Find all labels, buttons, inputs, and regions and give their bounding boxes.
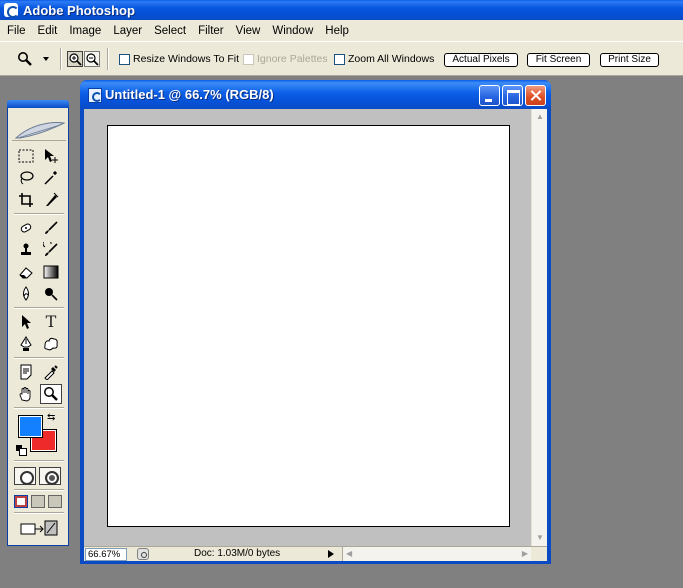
type-icon[interactable]: T xyxy=(40,312,62,332)
maximize-button[interactable] xyxy=(502,85,523,106)
menu-file[interactable]: File xyxy=(1,21,32,41)
options-bar: Resize Windows To Fit Ignore Palettes Zo… xyxy=(0,41,683,76)
minimize-button[interactable] xyxy=(479,85,500,106)
zoom-level-field[interactable]: 66.67% xyxy=(85,548,127,561)
scroll-down-icon[interactable]: ▼ xyxy=(535,533,545,543)
options-separator xyxy=(107,48,109,70)
lasso-icon[interactable] xyxy=(15,168,37,188)
menu-view[interactable]: View xyxy=(230,21,267,41)
actual-pixels-button[interactable]: Actual Pixels xyxy=(444,53,518,67)
photoshop-app-icon[interactable] xyxy=(4,3,19,18)
path-selection-icon[interactable] xyxy=(15,312,37,332)
ignore-palettes-checkbox[interactable]: Ignore Palettes xyxy=(243,53,328,65)
healing-brush-icon[interactable] xyxy=(15,218,37,238)
toolbox-title-bar[interactable] xyxy=(7,100,69,108)
app-title: Adobe Photoshop xyxy=(23,2,135,18)
standard-mode-button[interactable] xyxy=(14,467,36,485)
menu-select[interactable]: Select xyxy=(148,21,192,41)
vertical-scrollbar[interactable]: ▲ ▼ xyxy=(531,109,547,546)
zoom-tool-icon[interactable] xyxy=(40,384,62,404)
toolbox: T ⇆ xyxy=(7,100,69,546)
menu-filter[interactable]: Filter xyxy=(192,21,230,41)
fit-screen-button[interactable]: Fit Screen xyxy=(527,53,590,67)
document-size-status: Doc: 1.03M/0 bytes xyxy=(194,548,281,559)
zoom-in-icon[interactable] xyxy=(67,51,83,67)
full-screen-menu-mode-button[interactable] xyxy=(31,495,45,508)
slice-icon[interactable] xyxy=(40,190,62,210)
zoom-out-icon[interactable] xyxy=(84,51,100,67)
jump-to-imageready-icon[interactable] xyxy=(17,518,61,538)
move-icon[interactable] xyxy=(40,146,62,166)
menu-window[interactable]: Window xyxy=(266,21,319,41)
app-titlebar: Adobe Photoshop xyxy=(0,0,683,20)
tool-preset-dropdown-icon[interactable] xyxy=(43,57,49,61)
toolbox-separator xyxy=(14,357,64,359)
custom-shape-icon[interactable] xyxy=(40,334,62,354)
scroll-up-icon[interactable]: ▲ xyxy=(535,112,545,122)
close-button[interactable] xyxy=(525,85,546,106)
menu-image[interactable]: Image xyxy=(63,21,107,41)
zoom-all-windows-label: Zoom All Windows xyxy=(348,53,435,65)
magic-wand-icon[interactable] xyxy=(40,168,62,188)
toolbox-separator xyxy=(14,489,64,491)
document-workspace: ▲ ▼ xyxy=(84,109,547,546)
notes-icon[interactable] xyxy=(15,362,37,382)
resize-windows-checkbox[interactable]: Resize Windows To Fit xyxy=(119,53,239,65)
toolbox-separator xyxy=(14,307,64,309)
document-titlebar[interactable]: Untitled-1 @ 66.7% (RGB/8) xyxy=(80,80,551,109)
dodge-icon[interactable] xyxy=(40,284,62,304)
menu-bar: File Edit Image Layer Select Filter View… xyxy=(0,20,683,41)
scroll-left-icon[interactable]: ◀ xyxy=(346,549,352,558)
document-icon[interactable] xyxy=(88,88,102,103)
toolbox-separator xyxy=(14,460,64,462)
pen-icon[interactable] xyxy=(15,334,37,354)
options-separator xyxy=(60,48,62,70)
gradient-icon[interactable] xyxy=(40,262,62,282)
print-size-button[interactable]: Print Size xyxy=(600,53,659,67)
eyedropper-icon[interactable] xyxy=(40,362,62,382)
history-brush-icon[interactable] xyxy=(40,240,62,260)
full-screen-mode-button[interactable] xyxy=(48,495,62,508)
status-menu-arrow-icon[interactable] xyxy=(328,550,334,558)
toolbox-separator xyxy=(14,213,64,215)
toolbox-separator xyxy=(14,512,64,514)
blur-icon[interactable] xyxy=(15,284,37,304)
status-info-icon[interactable] xyxy=(137,548,149,560)
ignore-palettes-label: Ignore Palettes xyxy=(257,53,328,65)
standard-screen-mode-button[interactable] xyxy=(14,495,28,508)
clone-stamp-icon[interactable] xyxy=(15,240,37,260)
document-title: Untitled-1 @ 66.7% (RGB/8) xyxy=(105,87,274,102)
default-colors-icon[interactable] xyxy=(16,445,27,456)
eraser-icon[interactable] xyxy=(15,262,37,282)
document-status-bar: 66.67% Doc: 1.03M/0 bytes ◀ ▶ xyxy=(84,546,547,561)
toolbox-separator xyxy=(14,407,64,409)
zoom-icon[interactable] xyxy=(14,49,36,69)
horizontal-scrollbar[interactable]: ◀ ▶ xyxy=(342,547,531,561)
crop-icon[interactable] xyxy=(15,190,37,210)
rectangular-marquee-icon[interactable] xyxy=(15,146,37,166)
document-window: Untitled-1 @ 66.7% (RGB/8) ▲ ▼ 66.67% Do… xyxy=(80,80,551,564)
swap-colors-icon[interactable]: ⇆ xyxy=(47,412,55,423)
menu-help[interactable]: Help xyxy=(319,21,355,41)
menu-edit[interactable]: Edit xyxy=(32,21,64,41)
foreground-color-swatch[interactable] xyxy=(18,415,43,438)
feather-icon[interactable] xyxy=(12,119,66,141)
quick-mask-mode-button[interactable] xyxy=(39,467,61,485)
hand-icon[interactable] xyxy=(15,384,37,404)
resize-windows-label: Resize Windows To Fit xyxy=(133,53,240,65)
checkbox-box[interactable] xyxy=(119,53,130,65)
brush-icon[interactable] xyxy=(40,218,62,238)
scroll-right-icon[interactable]: ▶ xyxy=(522,549,528,558)
menu-layer[interactable]: Layer xyxy=(107,21,148,41)
checkbox-box[interactable] xyxy=(334,53,345,65)
checkbox-box[interactable] xyxy=(243,53,254,65)
zoom-all-windows-checkbox[interactable]: Zoom All Windows xyxy=(334,53,434,65)
image-canvas[interactable] xyxy=(107,125,510,527)
